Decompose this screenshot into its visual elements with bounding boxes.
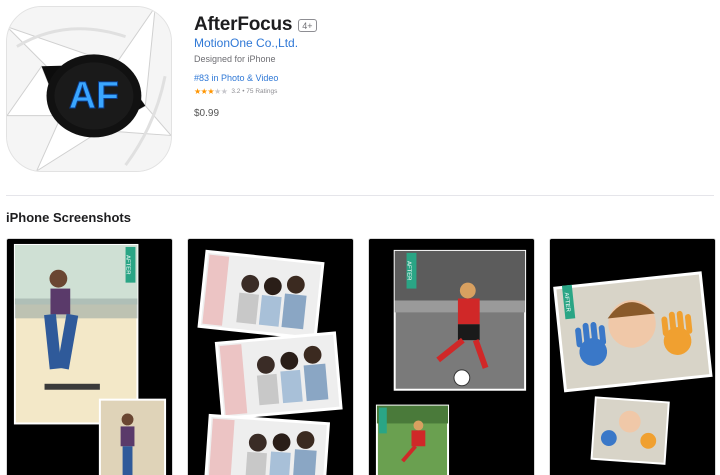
title-row: AfterFocus 4+ [194,14,317,36]
star-rating-icon: ★★★★★ [194,87,228,96]
rating-text: 3.2 • 75 Ratings [231,88,278,95]
developer-link[interactable]: MotionOne Co.,Ltd. [194,36,298,50]
screenshots-heading: iPhone Screenshots [6,210,131,225]
screenshot-child-painted-hands[interactable]: AFTER [549,238,716,475]
screenshots-gallery: AFTER AFTER AFTER [0,238,720,475]
category-rank-link[interactable]: #83 in Photo & Video [194,73,278,83]
price: $0.99 [194,108,220,119]
rating-row: ★★★★★ 3.2 • 75 Ratings [194,87,277,96]
screenshot-skateboarder[interactable]: AFTER [6,238,173,475]
screenshot-group-photos[interactable] [187,238,354,475]
aperture-icon: AF [7,7,171,171]
designed-for-label: Designed for iPhone [194,54,276,64]
screenshot-soccer-player[interactable]: AFTER [368,238,535,475]
app-icon: AF [6,6,172,172]
after-label: AFTER [125,255,131,274]
divider [6,195,714,196]
icon-text: AF [69,74,119,116]
age-rating-badge: 4+ [298,18,317,32]
after-label: AFTER [406,261,412,280]
app-title: AfterFocus [194,14,293,35]
